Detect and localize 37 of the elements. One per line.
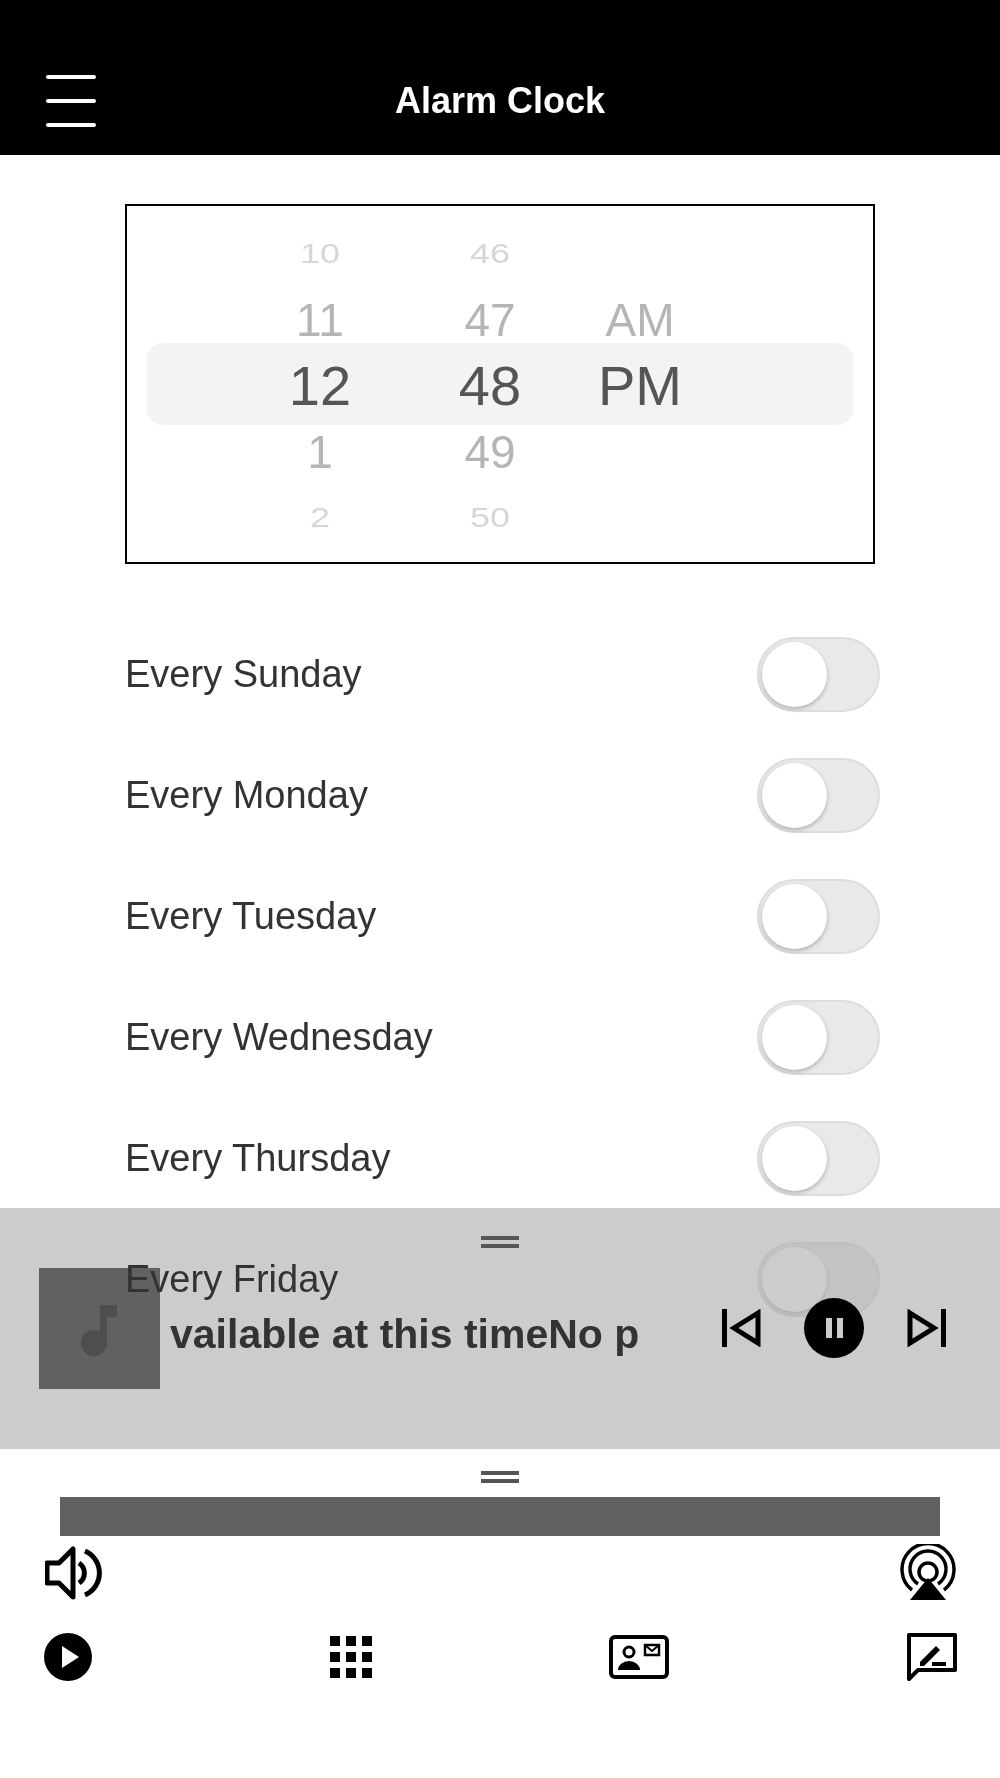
message-edit-icon — [906, 1632, 958, 1682]
hour-option[interactable]: 1 — [307, 429, 333, 475]
hour-option[interactable]: 12 — [288, 358, 352, 414]
next-button[interactable] — [906, 1309, 946, 1347]
hour-option[interactable]: 11 — [296, 297, 344, 343]
track-title: vailable at this timeNo p — [170, 1311, 640, 1357]
repeat-day-label: Every Thursday — [125, 1136, 391, 1181]
volume-button[interactable] — [45, 1545, 103, 1601]
repeat-day-label: Every Wednesday — [125, 1015, 433, 1060]
repeat-day-label: Every Tuesday — [125, 894, 377, 939]
contact-card-button[interactable] — [609, 1635, 669, 1679]
repeat-day-label: Every Monday — [125, 773, 368, 818]
pause-icon — [804, 1298, 864, 1358]
broadcast-icon — [898, 1544, 958, 1602]
skip-back-icon — [722, 1309, 762, 1347]
menu-icon — [46, 73, 98, 129]
period-option[interactable]: PM — [598, 358, 682, 414]
cast-button[interactable] — [898, 1544, 958, 1602]
play-icon — [43, 1632, 93, 1682]
contact-card-icon — [609, 1635, 669, 1679]
minute-option[interactable]: 48 — [458, 358, 522, 414]
screen-title: Alarm Clock — [394, 78, 606, 123]
menu-button[interactable] — [46, 73, 98, 129]
minute-option[interactable]: 47 — [464, 297, 516, 343]
grid-button[interactable] — [330, 1636, 372, 1678]
drag-handle[interactable] — [481, 1471, 519, 1483]
period-option[interactable]: AM — [605, 297, 675, 343]
skip-forward-icon — [906, 1309, 946, 1347]
repeat-day-label: Every Sunday — [125, 652, 362, 697]
feedback-button[interactable] — [906, 1632, 958, 1682]
play-button[interactable] — [43, 1632, 93, 1682]
pause-button[interactable] — [804, 1298, 864, 1358]
drag-handle[interactable] — [481, 1236, 519, 1248]
speaker-icon — [45, 1545, 103, 1601]
grid-icon — [330, 1636, 372, 1678]
previous-button[interactable] — [722, 1309, 762, 1347]
minute-option[interactable]: 49 — [464, 429, 516, 475]
